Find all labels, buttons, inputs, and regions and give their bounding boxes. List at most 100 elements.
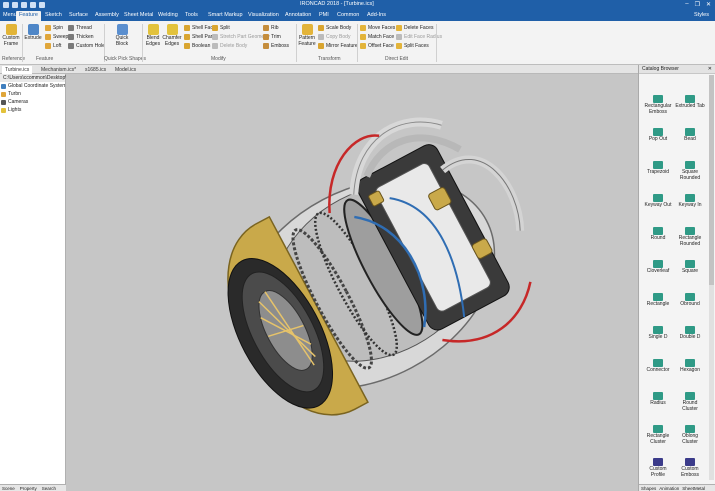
- print-icon[interactable]: [30, 2, 36, 8]
- catalog-item-rectangular-emboss[interactable]: Rectangular Emboss: [643, 95, 673, 115]
- tab-sheetmetal[interactable]: SheetMetal: [682, 485, 705, 491]
- catalog-item-keyway-in[interactable]: Keyway In: [675, 194, 705, 209]
- catalog-item-trapezoid[interactable]: Trapezoid: [643, 161, 673, 176]
- catalog-item-oblong-cluster[interactable]: Oblong Cluster: [675, 425, 705, 445]
- doc-tab-turbine[interactable]: Turbine.ics: [2, 66, 33, 74]
- styles-dropdown[interactable]: Styles: [694, 12, 709, 18]
- catalog-item-single-d[interactable]: Single D: [643, 326, 673, 341]
- catalog-item-pop-out[interactable]: Pop Out: [643, 128, 673, 143]
- loft-button[interactable]: Loft: [45, 42, 61, 50]
- catalog-item-double-d[interactable]: Double D: [675, 326, 705, 341]
- tab-surface[interactable]: Surface: [66, 11, 91, 21]
- tab-sheet-metal[interactable]: Sheet Metal: [121, 11, 156, 21]
- tab-shapes[interactable]: Shapes: [641, 485, 656, 491]
- tab-common[interactable]: Common: [334, 11, 362, 21]
- tab-welding[interactable]: Welding: [155, 11, 181, 21]
- turbine-model[interactable]: [66, 74, 638, 491]
- tree-node-turbn[interactable]: Turbn: [0, 90, 65, 98]
- redo-icon[interactable]: [21, 2, 27, 8]
- offset-face-button[interactable]: Offset Face: [360, 42, 394, 50]
- close-button[interactable]: ✕: [706, 1, 711, 8]
- tab-annotation[interactable]: Annotation: [282, 11, 314, 21]
- doc-tab-model[interactable]: Model.ics: [112, 66, 139, 74]
- scrollbar-thumb[interactable]: [709, 75, 714, 285]
- catalog-item-cloverleaf[interactable]: Cloverleaf: [643, 260, 673, 275]
- rib-button[interactable]: Rib: [263, 24, 279, 32]
- catalog-item-radius[interactable]: Radius: [643, 392, 673, 407]
- copy-body-button[interactable]: Copy Body: [318, 33, 350, 41]
- catalog-item-connector[interactable]: Connector: [643, 359, 673, 374]
- split-button[interactable]: Split: [212, 24, 230, 32]
- undo-icon[interactable]: [12, 2, 18, 8]
- catalog-item-extruded-tab[interactable]: Extruded Tab: [675, 95, 705, 110]
- tab-tools[interactable]: Tools: [182, 11, 201, 21]
- custom-frame-button[interactable]: Custom Frame: [1, 24, 21, 47]
- shape-icon: [685, 260, 695, 268]
- open-icon[interactable]: [39, 2, 45, 8]
- emboss-icon: [263, 43, 269, 49]
- doc-tab-mechanism[interactable]: Mechanism.ics*: [38, 66, 79, 74]
- custom-hole-button[interactable]: Custom Hole: [68, 42, 105, 50]
- catalog-item-round-cluster[interactable]: Round Cluster: [675, 392, 705, 412]
- scale-body-button[interactable]: Scale Body: [318, 24, 351, 32]
- chamfer-edges-button[interactable]: Chamfer Edges: [162, 24, 182, 47]
- tab-property[interactable]: Property: [20, 485, 37, 491]
- catalog-item-square-rounded[interactable]: Square Rounded: [675, 161, 705, 181]
- shape-icon: [685, 458, 695, 466]
- save-icon[interactable]: [3, 2, 9, 8]
- catalog-item-rectangle-rounded[interactable]: Rectangle Rounded: [675, 227, 705, 247]
- tab-feature[interactable]: Feature: [16, 11, 41, 21]
- catalog-item-hexagon[interactable]: Hexagon: [675, 359, 705, 374]
- mirror-feature-button[interactable]: Mirror Feature: [318, 42, 358, 50]
- shell-part-button[interactable]: Shell Part: [184, 33, 214, 41]
- move-faces-button[interactable]: Move Faces: [360, 24, 395, 32]
- catalog-item-rectangle[interactable]: Rectangle: [643, 293, 673, 308]
- doc-tab-s1685[interactable]: s1685.ics: [82, 66, 109, 74]
- tab-pmi[interactable]: PMI: [316, 11, 332, 21]
- match-face-button[interactable]: Match Face: [360, 33, 394, 41]
- tree-node-cameras[interactable]: Cameras: [0, 98, 65, 106]
- catalog-item-custom-emboss[interactable]: Custom Emboss: [675, 458, 705, 478]
- catalog-item-custom-profile[interactable]: Custom Profile: [643, 458, 673, 478]
- catalog-item-square[interactable]: Square: [675, 260, 705, 275]
- tab-scene[interactable]: Scene: [2, 485, 15, 491]
- delete-body-button[interactable]: Delete Body: [212, 42, 247, 50]
- tab-sketch[interactable]: Sketch: [42, 11, 65, 21]
- tree-node-global-coordinate-system[interactable]: Global Coordinate System: [0, 82, 65, 90]
- shape-icon: [685, 128, 695, 136]
- delete-faces-button[interactable]: Delete Faces: [396, 24, 433, 32]
- boolean-button[interactable]: Boolean: [184, 42, 210, 50]
- blend-edges-button[interactable]: Blend Edges: [143, 24, 163, 47]
- thicken-button[interactable]: Thicken: [68, 33, 94, 41]
- tab-add-ins[interactable]: Add-Ins: [364, 11, 389, 21]
- catalog-item-round[interactable]: Round: [643, 227, 673, 242]
- catalog-item-keyway-out[interactable]: Keyway Out: [643, 194, 673, 209]
- tab-search[interactable]: Search: [42, 485, 56, 491]
- tab-assembly[interactable]: Assembly: [92, 11, 122, 21]
- tab-animation[interactable]: Animation: [659, 485, 679, 491]
- quick-access-toolbar[interactable]: [3, 2, 45, 8]
- catalog-item-rectangle-cluster[interactable]: Rectangle Cluster: [643, 425, 673, 445]
- extrude-button[interactable]: Extrude: [23, 24, 43, 42]
- tab-smart-markup[interactable]: Smart Markup: [205, 11, 246, 21]
- emboss-button[interactable]: Emboss: [263, 42, 289, 50]
- stretch-part-button[interactable]: Stretch Part Geometry: [212, 33, 270, 41]
- maximize-button[interactable]: ❐: [695, 1, 700, 8]
- catalog-item-bead[interactable]: Bead: [675, 128, 705, 143]
- split-faces-button[interactable]: Split Faces: [396, 42, 429, 50]
- catalog-header: Catalog Browser ✕: [639, 65, 715, 74]
- scene-browser: C:\Users\ccommon\Desktop\201 Global Coor…: [0, 74, 75, 491]
- catalog-scrollbar[interactable]: [709, 75, 714, 480]
- spin-button[interactable]: Spin: [45, 24, 63, 32]
- pattern-feature-button[interactable]: Pattern Feature: [297, 24, 317, 47]
- close-icon[interactable]: ✕: [708, 65, 712, 74]
- 3d-viewport[interactable]: [66, 74, 638, 491]
- trim-button[interactable]: Trim: [263, 33, 281, 41]
- minimize-button[interactable]: –: [685, 1, 688, 8]
- tab-visualization[interactable]: Visualization: [245, 11, 282, 21]
- thread-button[interactable]: Thread: [68, 24, 92, 32]
- catalog-item-obround[interactable]: Obround: [675, 293, 705, 308]
- tree-node-lights[interactable]: Lights: [0, 106, 65, 114]
- sweep-button[interactable]: Sweep: [45, 33, 68, 41]
- quick-block-button[interactable]: Quick Block: [112, 24, 132, 47]
